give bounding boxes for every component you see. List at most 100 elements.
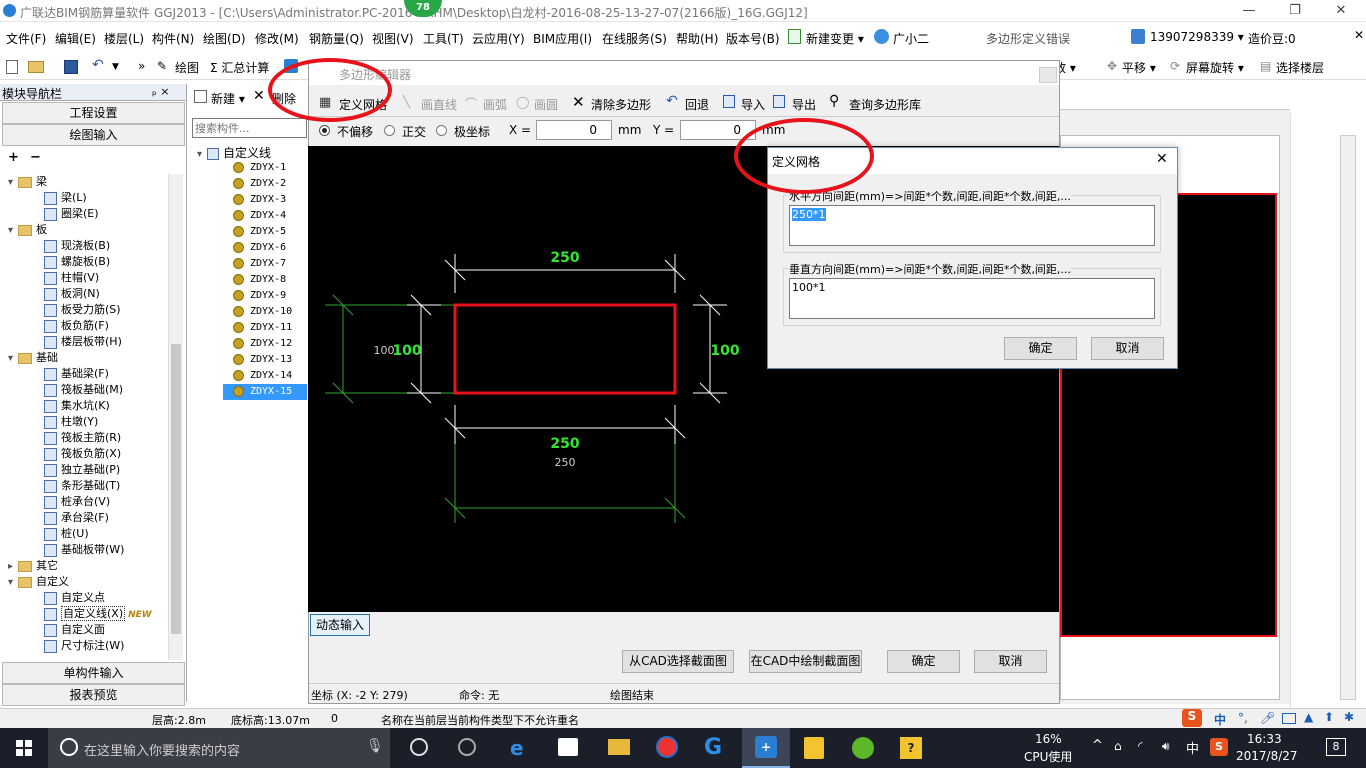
edge-browser-icon[interactable]: e xyxy=(510,736,524,760)
tree-item[interactable]: 梁(L) xyxy=(44,190,87,206)
component-list-item[interactable]: ZDYX-14 xyxy=(233,368,307,384)
menu-modify[interactable]: 修改(M) xyxy=(255,30,299,47)
right-scrollbar[interactable] xyxy=(1340,135,1356,700)
tree-item[interactable]: 尺寸标注(W) xyxy=(44,638,124,654)
component-list-item[interactable]: ZDYX-1 xyxy=(233,160,307,176)
menu-edit[interactable]: 编辑(E) xyxy=(55,30,96,47)
restore-button[interactable]: ❐ xyxy=(1272,0,1318,22)
tree-item[interactable]: 筏板主筋(R) xyxy=(44,430,121,446)
ime-lang[interactable]: 中 xyxy=(1214,711,1226,728)
component-list-item[interactable]: ZDYX-13 xyxy=(233,352,307,368)
delete-icon[interactable]: ✕ xyxy=(253,88,265,104)
ime-punct-icon[interactable]: °, xyxy=(1238,711,1248,725)
collapse-icon[interactable]: ▾ xyxy=(8,223,18,239)
new-file-icon[interactable] xyxy=(6,60,18,74)
import-button[interactable]: 导入 xyxy=(741,96,765,113)
export-button[interactable]: 导出 xyxy=(792,96,816,113)
clock-time[interactable]: 16:33 xyxy=(1247,732,1282,746)
editor-close-button[interactable] xyxy=(1039,67,1057,83)
component-list-item[interactable]: ZDYX-9 xyxy=(233,288,307,304)
close-button[interactable]: ✕ xyxy=(1318,0,1364,22)
vertical-spacing-input[interactable]: 100*1 xyxy=(789,278,1155,319)
windows-start-icon[interactable] xyxy=(16,740,32,756)
editor-cancel-button[interactable]: 取消 xyxy=(974,650,1047,673)
dialog-ok-button[interactable]: 确定 xyxy=(1004,337,1077,360)
collapse-icon[interactable]: ▾ xyxy=(8,575,18,591)
select-from-cad-button[interactable]: 从CAD选择截面图 xyxy=(622,650,734,673)
toolbar-draw[interactable]: 绘图 xyxy=(175,59,199,76)
sogou-ime-icon[interactable]: S xyxy=(1182,709,1202,727)
toolbar-calc[interactable]: Σ 汇总计算 xyxy=(210,59,269,76)
voice-mic-icon[interactable]: 🎙︎ xyxy=(366,738,384,754)
expand-icon[interactable]: ▸ xyxy=(8,559,18,575)
glodon-g-icon[interactable]: G xyxy=(704,735,722,760)
collapse-icon[interactable]: ▾ xyxy=(197,149,207,160)
tree-item[interactable]: 楼层板带(H) xyxy=(44,334,122,350)
undo-dropdown-icon[interactable]: ▼ xyxy=(112,62,119,72)
tree-item[interactable]: 筏板负筋(X) xyxy=(44,446,121,462)
app-icon-1[interactable] xyxy=(410,738,428,756)
notes-icon[interactable] xyxy=(804,737,824,759)
menu-help[interactable]: 帮助(H) xyxy=(676,30,718,47)
user-phone[interactable]: 13907298339 ▾ xyxy=(1150,30,1244,44)
dynamic-input-button[interactable]: 动态输入 xyxy=(310,614,370,636)
tree-item[interactable]: 板负筋(F) xyxy=(44,318,109,334)
query-polygon-library-button[interactable]: 查询多边形库 xyxy=(849,96,921,113)
open-file-icon[interactable] xyxy=(28,61,44,73)
menu-new-change[interactable]: 新建变更 ▾ xyxy=(806,30,864,47)
single-component-input-tab[interactable]: 单构件输入 xyxy=(2,662,185,684)
collapse-icon[interactable]: ▾ xyxy=(8,175,18,191)
collapse-icon[interactable]: ▾ xyxy=(8,351,18,367)
toolbar-rotate[interactable]: 屏幕旋转 ▾ xyxy=(1186,59,1244,76)
component-list-item[interactable]: ZDYX-15 xyxy=(223,384,307,400)
tree-item[interactable]: 圈梁(E) xyxy=(44,206,99,222)
component-list-item[interactable]: ZDYX-2 xyxy=(233,176,307,192)
tree-item[interactable]: 现浇板(B) xyxy=(44,238,110,254)
app-icon-2[interactable] xyxy=(458,738,476,756)
component-list-item[interactable]: ZDYX-8 xyxy=(233,272,307,288)
menu-bim[interactable]: BIM应用(I) xyxy=(533,30,592,47)
tree-item[interactable]: 板洞(N) xyxy=(44,286,100,302)
tree-item[interactable]: 基础梁(F) xyxy=(44,366,109,382)
menu-assistant[interactable]: 广小二 xyxy=(893,30,929,47)
volume-icon[interactable]: 🔊︎ xyxy=(1162,739,1170,754)
report-preview-tab[interactable]: 报表预览 xyxy=(2,684,185,706)
more-icon[interactable]: » xyxy=(138,59,145,73)
store-icon[interactable] xyxy=(558,738,578,756)
component-list-item[interactable]: ZDYX-7 xyxy=(233,256,307,272)
menu-online[interactable]: 在线服务(S) xyxy=(602,30,667,47)
menu-tools[interactable]: 工具(T) xyxy=(423,30,464,47)
tree-item[interactable]: 承台梁(F) xyxy=(44,510,109,526)
draw-input-tab[interactable]: 绘图输入 xyxy=(2,124,185,146)
undo-button[interactable]: 回退 xyxy=(685,96,709,113)
nav-pin-close[interactable]: ₚ × xyxy=(152,85,169,98)
upload-icon[interactable]: ⬆ xyxy=(1324,710,1334,724)
app-icon-4[interactable] xyxy=(852,737,874,759)
x-input[interactable] xyxy=(536,120,612,140)
tree-folder[interactable]: ▾ 自定义 xyxy=(8,574,69,590)
tree-folder[interactable]: ▸ 其它 xyxy=(8,558,58,574)
menu-component[interactable]: 构件(N) xyxy=(152,30,194,47)
draw-in-cad-button[interactable]: 在CAD中绘制截面图 xyxy=(749,650,862,673)
editor-ok-button[interactable]: 确定 xyxy=(887,650,960,673)
taskbar-search-box[interactable]: 在这里输入你要搜索的内容 🎙︎ xyxy=(48,728,390,768)
expand-all-icon[interactable]: + xyxy=(8,150,19,165)
file-explorer-icon[interactable] xyxy=(608,739,630,755)
component-list-item[interactable]: ZDYX-4 xyxy=(233,208,307,224)
tree-item[interactable]: 柱帽(V) xyxy=(44,270,99,286)
component-list-item[interactable]: ZDYX-11 xyxy=(233,320,307,336)
tree-item[interactable]: 自定义点 xyxy=(44,590,105,606)
horizontal-spacing-input[interactable]: 250*1 xyxy=(789,205,1155,246)
new-component-button[interactable]: 新建 ▾ xyxy=(211,90,245,107)
tree-item[interactable]: 基础板带(W) xyxy=(44,542,124,558)
clear-polygon-button[interactable]: 清除多边形 xyxy=(591,96,651,113)
tree-item[interactable]: 螺旋板(B) xyxy=(44,254,110,270)
menu-cloud[interactable]: 云应用(Y) xyxy=(472,30,525,47)
action-center-icon[interactable]: 8 xyxy=(1326,738,1346,756)
clock-date[interactable]: 2017/8/27 xyxy=(1236,749,1298,763)
tree-item[interactable]: 桩承台(V) xyxy=(44,494,110,510)
app-icon-3[interactable] xyxy=(656,736,678,758)
draw-line-button[interactable]: 画直线 xyxy=(421,96,457,113)
menu-version[interactable]: 版本号(B) xyxy=(726,30,780,47)
no-offset-radio[interactable] xyxy=(319,125,330,136)
